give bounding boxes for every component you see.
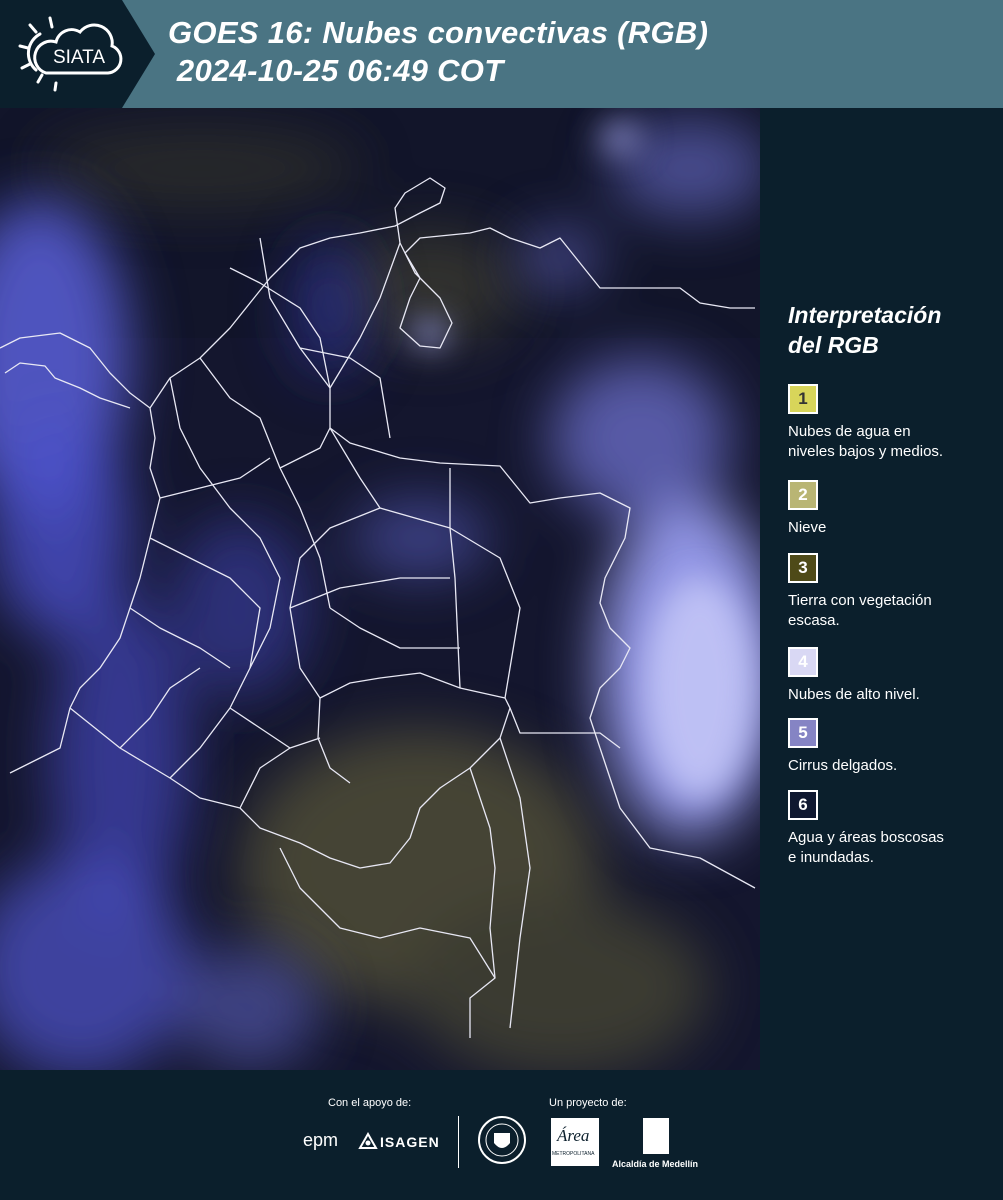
header-bar: SIATA GOES 16: Nubes convectivas (RGB) 2…	[0, 0, 1003, 108]
legend-number: 5	[798, 723, 808, 742]
legend-swatch-1: 1	[788, 384, 818, 414]
legend-title: Interpretación del RGB	[788, 300, 988, 360]
isagen-icon	[358, 1132, 378, 1149]
legend-label-line: escasa.	[788, 612, 840, 629]
footer-divider	[458, 1116, 459, 1168]
legend-number: 6	[798, 795, 808, 814]
epm-logo: epm	[303, 1130, 339, 1150]
alcaldia-shield-icon	[643, 1118, 669, 1154]
legend-label-line: niveles bajos y medios.	[788, 443, 944, 460]
support-label: Con el apoyo de:	[328, 1097, 412, 1109]
legend-number: 1	[798, 389, 808, 408]
isagen-logo: ISAGEN	[380, 1134, 440, 1150]
legend-item-1: 1 Nubes de agua en niveles bajos y medios…	[788, 384, 988, 462]
area-logo-text: Área	[557, 1126, 590, 1145]
legend-label-line: Cirrus delgados.	[788, 757, 898, 774]
legend-swatch-2: 2	[788, 480, 818, 510]
legend-item-5: 5 Cirrus delgados.	[788, 718, 988, 776]
area-metropolitana-logo: Área METROPOLITANA	[551, 1118, 599, 1166]
medellin-seal-icon	[478, 1116, 526, 1164]
legend-number: 3	[798, 558, 808, 577]
area-logo-subtext: METROPOLITANA	[552, 1151, 595, 1157]
title-line-product: GOES 16: Nubes convectivas (RGB)	[168, 15, 709, 50]
legend-swatch-6: 6	[788, 790, 818, 820]
legend-number: 2	[798, 485, 808, 504]
legend-swatch-4: 4	[788, 647, 818, 677]
legend-title-line1: Interpretación	[788, 302, 942, 328]
legend-number: 4	[798, 652, 808, 671]
legend-label-line: Nubes de agua en	[788, 423, 911, 440]
siata-logo-block: SIATA	[0, 0, 155, 108]
project-label: Un proyecto de:	[549, 1097, 627, 1109]
title-line-datetime: 2024-10-25 06:49 COT	[168, 53, 504, 88]
alcaldia-label: Alcaldía de Medellín	[612, 1159, 699, 1169]
legend-swatch-5: 5	[788, 718, 818, 748]
legend-swatch-3: 3	[788, 553, 818, 583]
satellite-map	[0, 108, 760, 1070]
footer: Con el apoyo de: Un proyecto de: epm ISA…	[0, 1070, 1003, 1200]
legend-label-line: Nieve	[788, 519, 827, 536]
siata-logo-text: SIATA	[53, 47, 105, 68]
page-title: GOES 16: Nubes convectivas (RGB) 2024-10…	[168, 14, 708, 90]
legend-item-2: 2 Nieve	[788, 480, 988, 538]
legend-label-line: Tierra con vegetación	[788, 592, 932, 609]
legend-label-line: e inundadas.	[788, 849, 874, 866]
legend-title-line2: del RGB	[788, 332, 879, 358]
legend-item-6: 6 Agua y áreas boscosas e inundadas.	[788, 790, 988, 868]
legend-label-line: Nubes de alto nivel.	[788, 686, 920, 703]
legend-label-line: Agua y áreas boscosas	[788, 829, 944, 846]
legend-item-3: 3 Tierra con vegetación escasa.	[788, 553, 988, 631]
legend-item-4: 4 Nubes de alto nivel.	[788, 647, 988, 705]
